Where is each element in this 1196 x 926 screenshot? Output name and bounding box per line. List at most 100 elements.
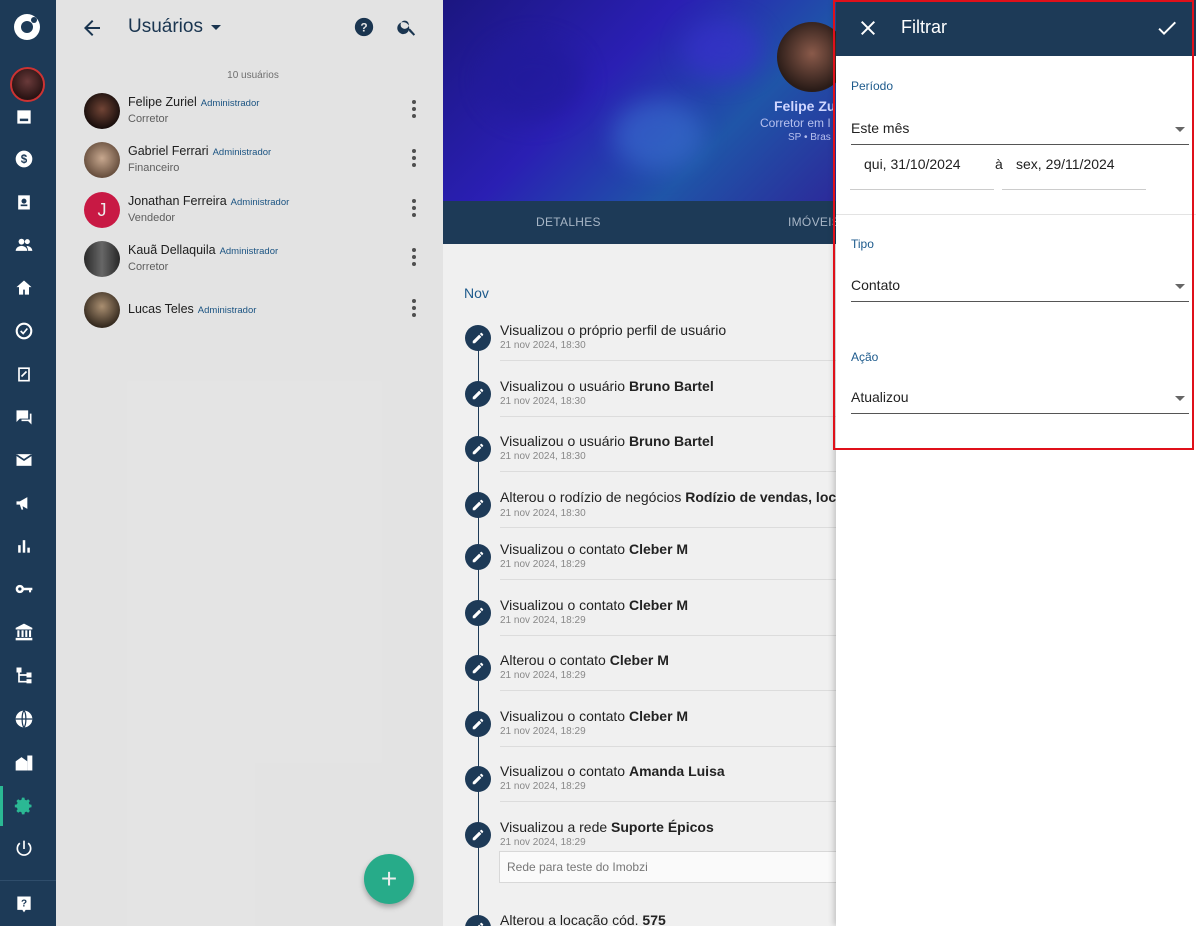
current-user-avatar[interactable]	[10, 67, 45, 102]
timeline-date: 21 nov 2024, 18:29	[500, 559, 586, 570]
edit-pencil-icon	[465, 544, 491, 570]
timeline-date: 21 nov 2024, 18:30	[500, 396, 586, 407]
profile-photo[interactable]	[777, 22, 836, 92]
bank-icon[interactable]	[13, 621, 35, 643]
divider	[500, 360, 836, 361]
divider	[500, 471, 836, 472]
badge-icon[interactable]	[13, 191, 35, 213]
edit-pencil-icon	[465, 915, 491, 926]
timeline-text: Alterou o contato	[500, 652, 610, 668]
filter-panel: Filtrar Período Este mês qui, 31/10/2024…	[836, 0, 1196, 926]
timeline-text: Visualizou o contato	[500, 597, 629, 613]
timeline-date: 21 nov 2024, 18:29	[500, 670, 586, 681]
timeline-text: Visualizou o usuário	[500, 433, 629, 449]
timeline-bold[interactable]: Cleber M	[629, 708, 688, 724]
profile-subtitle: Corretor em I	[760, 116, 831, 130]
edit-pencil-icon	[465, 822, 491, 848]
clipboard-icon[interactable]	[13, 363, 35, 385]
active-indicator	[0, 786, 3, 826]
edit-pencil-icon	[465, 655, 491, 681]
chat-icon[interactable]	[13, 406, 35, 428]
app-logo[interactable]	[12, 12, 42, 42]
svg-text:$: $	[21, 153, 28, 166]
divider	[500, 527, 836, 528]
check-icon[interactable]	[1155, 16, 1179, 40]
timeline-text: Alterou a locação cód.	[500, 912, 643, 926]
timeline-bold[interactable]: Suporte Épicos	[611, 819, 714, 835]
profile-main: Felipe Zu Corretor em I SP • Bras DETALH…	[443, 0, 836, 926]
filter-header: Filtrar	[836, 0, 1196, 56]
date-from-field[interactable]: qui, 31/10/2024	[850, 150, 994, 190]
money-icon[interactable]: $	[13, 148, 35, 170]
backdrop	[56, 0, 443, 926]
rail-divider	[0, 880, 56, 881]
power-icon[interactable]	[13, 838, 35, 860]
edit-pencil-icon	[465, 381, 491, 407]
profile-location: SP • Bras	[788, 132, 831, 143]
edit-pencil-icon	[465, 436, 491, 462]
help-icon[interactable]: ?	[13, 893, 35, 915]
timeline-bold[interactable]: Cleber M	[610, 652, 669, 668]
caret-down-icon	[1175, 127, 1185, 132]
divider	[500, 746, 836, 747]
key-icon[interactable]	[13, 578, 35, 600]
timeline-bold[interactable]: Cleber M	[629, 541, 688, 557]
divider	[500, 690, 836, 691]
timeline-text: Visualizou o contato	[500, 541, 629, 557]
check-circle-icon[interactable]	[13, 320, 35, 342]
filter-title: Filtrar	[901, 17, 947, 37]
timeline-bold[interactable]: Amanda Luisa	[629, 763, 725, 779]
timeline-text: Visualizou o contato	[500, 708, 629, 724]
dashboard-icon[interactable]	[13, 106, 35, 128]
app-rail: $ ?	[0, 0, 56, 926]
globe-icon[interactable]	[13, 708, 35, 730]
svg-text:?: ?	[21, 899, 27, 910]
type-select[interactable]: Contato	[851, 272, 1189, 302]
timeline-date: 21 nov 2024, 18:30	[500, 340, 586, 351]
timeline-date: 21 nov 2024, 18:29	[500, 781, 586, 792]
edit-pencil-icon	[465, 766, 491, 792]
edit-pencil-icon	[465, 325, 491, 351]
type-label: Tipo	[851, 237, 874, 251]
profile-cover: Felipe Zu Corretor em I SP • Bras	[443, 0, 836, 201]
bar-chart-icon[interactable]	[13, 535, 35, 557]
divider	[836, 214, 1196, 215]
hierarchy-icon[interactable]	[13, 664, 35, 686]
tab-imoveis[interactable]: IMÓVEIS	[788, 215, 836, 229]
timeline-date: 21 nov 2024, 18:29	[500, 837, 586, 848]
period-label: Período	[851, 79, 894, 93]
profile-name: Felipe Zu	[774, 98, 836, 114]
timeline-text: Alterou o rodízio de negócios	[500, 489, 686, 505]
timeline-date: 21 nov 2024, 18:30	[500, 508, 586, 519]
timeline-text: Visualizou a rede	[500, 819, 612, 835]
action-select[interactable]: Atualizou	[851, 384, 1189, 414]
mail-icon[interactable]	[13, 449, 35, 471]
caret-down-icon	[1175, 396, 1185, 401]
home-icon[interactable]	[13, 277, 35, 299]
edit-pencil-icon	[465, 492, 491, 518]
timeline-date: 21 nov 2024, 18:29	[500, 726, 586, 737]
period-value: Este mês	[851, 120, 910, 136]
timeline-note: Rede para teste do Imobzi	[499, 851, 836, 883]
action-value: Atualizou	[851, 389, 909, 405]
timeline-bold[interactable]: Bruno Bartel	[629, 433, 714, 449]
timeline-bold[interactable]: 575	[642, 912, 665, 926]
timeline-bold[interactable]: Cleber M	[629, 597, 688, 613]
divider	[500, 801, 836, 802]
buildings-icon[interactable]	[13, 752, 35, 774]
megaphone-icon[interactable]	[13, 492, 35, 514]
divider	[500, 635, 836, 636]
close-icon[interactable]	[856, 16, 880, 40]
settings-icon[interactable]	[13, 795, 35, 817]
period-select[interactable]: Este mês	[851, 115, 1189, 145]
people-icon[interactable]	[13, 234, 35, 256]
timeline-date: 21 nov 2024, 18:30	[500, 451, 586, 462]
timeline-month: Nov	[464, 285, 489, 301]
timeline-bold[interactable]: Bruno Bartel	[629, 378, 714, 394]
action-label: Ação	[851, 350, 879, 364]
timeline-date: 21 nov 2024, 18:29	[500, 615, 586, 626]
type-value: Contato	[851, 277, 901, 293]
tab-detalhes[interactable]: DETALHES	[536, 215, 601, 229]
date-to-field[interactable]: sex, 29/11/2024	[1002, 150, 1146, 190]
timeline-bold[interactable]: Rodízio de vendas, locaç	[685, 489, 836, 505]
